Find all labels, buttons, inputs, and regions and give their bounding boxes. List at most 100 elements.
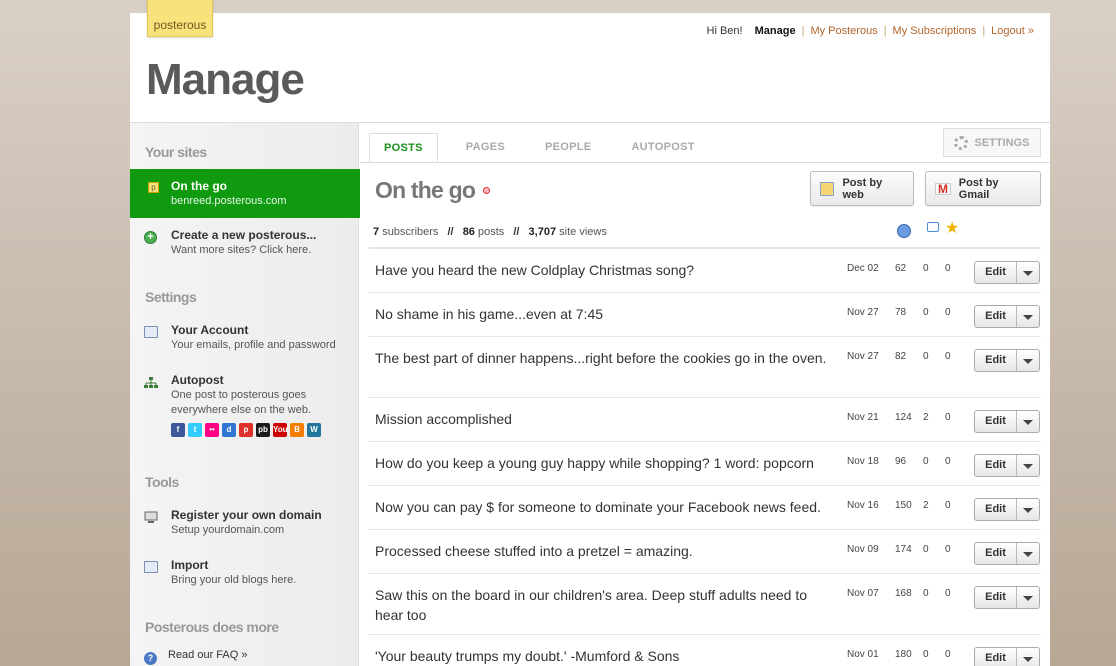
- domain-title: Register your own domain: [171, 508, 322, 522]
- tab-autopost[interactable]: AUTOPOST: [611, 133, 714, 162]
- sidebar-item-faq[interactable]: ? Read our FAQ »: [144, 649, 354, 665]
- views-label: site views: [559, 226, 607, 238]
- blogger-icon[interactable]: B: [290, 423, 304, 437]
- post-favorites: 0: [945, 263, 951, 274]
- edit-button[interactable]: Edit: [974, 410, 1040, 433]
- edit-label[interactable]: Edit: [975, 455, 1017, 476]
- edit-button[interactable]: Edit: [974, 586, 1040, 609]
- post-comments: 0: [923, 351, 929, 362]
- nav-my-subscriptions[interactable]: My Subscriptions: [887, 25, 983, 37]
- posts-label: posts: [478, 226, 505, 238]
- gear-icon: [954, 135, 969, 150]
- edit-button[interactable]: Edit: [974, 542, 1040, 565]
- wordpress-icon[interactable]: W: [307, 423, 321, 437]
- post-title[interactable]: Processed cheese stuffed into a pretzel …: [375, 541, 835, 561]
- edit-label[interactable]: Edit: [975, 262, 1017, 283]
- settings-heading: Settings: [145, 289, 197, 305]
- edit-button[interactable]: Edit: [974, 647, 1040, 666]
- post-views: 168: [895, 588, 912, 599]
- nav-my-posterous[interactable]: My Posterous: [804, 25, 883, 37]
- tab-pages[interactable]: PAGES: [446, 133, 525, 162]
- edit-label[interactable]: Edit: [975, 648, 1017, 666]
- nav-manage[interactable]: Manage: [749, 25, 802, 37]
- post-title[interactable]: How do you keep a young guy happy while …: [375, 453, 835, 473]
- chevron-down-icon[interactable]: [1017, 411, 1039, 432]
- youtube-icon[interactable]: You: [273, 423, 288, 437]
- twitter-icon[interactable]: t: [188, 423, 202, 437]
- chevron-down-icon[interactable]: [1017, 648, 1039, 666]
- table-row: The best part of dinner happens...right …: [369, 337, 1041, 398]
- create-site-desc: Want more sites? Click here.: [171, 244, 312, 256]
- id-card-icon: [144, 561, 158, 573]
- top-nav: Hi Ben! Manage | My Posterous | My Subsc…: [701, 25, 1040, 37]
- edit-button[interactable]: Edit: [974, 305, 1040, 328]
- import-desc: Bring your old blogs here.: [171, 574, 297, 586]
- chevron-down-icon[interactable]: [1017, 499, 1039, 520]
- post-by-web-label: Post by web: [842, 176, 883, 201]
- edit-pencil-icon: [820, 181, 835, 196]
- posterous-logo[interactable]: posterous: [147, 0, 213, 37]
- edit-button[interactable]: Edit: [974, 261, 1040, 284]
- plus-icon: +: [144, 231, 157, 244]
- chevron-down-icon[interactable]: [1017, 543, 1039, 564]
- main-panel: POSTS PAGES PEOPLE AUTOPOST SETTINGS On the…: [360, 123, 1050, 666]
- chevron-down-icon[interactable]: [1017, 455, 1039, 476]
- sidebar-item-register-domain[interactable]: Register your own domain Setup yourdomai…: [144, 508, 354, 538]
- table-row: Saw this on the board in our children's …: [369, 574, 1041, 635]
- edit-label[interactable]: Edit: [975, 543, 1017, 564]
- delicious-icon[interactable]: d: [222, 423, 236, 437]
- post-favorites: 0: [945, 456, 951, 467]
- post-title[interactable]: No shame in his game...even at 7:45: [375, 304, 835, 324]
- help-icon: ?: [144, 652, 157, 665]
- post-title[interactable]: Mission accomplished: [375, 409, 835, 429]
- post-title[interactable]: Saw this on the board in our children's …: [375, 585, 835, 625]
- post-favorites: 0: [945, 351, 951, 362]
- site-name: On the go: [171, 179, 227, 193]
- sidebar-item-create-site[interactable]: + Create a new posterous... Want more si…: [144, 228, 354, 258]
- post-title[interactable]: Now you can pay $ for someone to dominat…: [375, 497, 835, 517]
- post-favorites: 0: [945, 544, 951, 555]
- star-icon: ★: [945, 220, 960, 237]
- edit-label[interactable]: Edit: [975, 587, 1017, 608]
- sidebar-item-your-account[interactable]: Your Account Your emails, profile and pa…: [144, 323, 354, 353]
- edit-label[interactable]: Edit: [975, 350, 1017, 371]
- edit-button[interactable]: Edit: [974, 454, 1040, 477]
- edit-label[interactable]: Edit: [975, 306, 1017, 327]
- site-domain: benreed.posterous.com: [171, 195, 287, 207]
- edit-button[interactable]: Edit: [974, 349, 1040, 372]
- chevron-down-icon[interactable]: [1017, 587, 1039, 608]
- post-by-gmail-button[interactable]: Post by Gmail: [925, 171, 1041, 206]
- sitemap-icon: [144, 376, 158, 388]
- sidebar-item-import[interactable]: Import Bring your old blogs here.: [144, 558, 354, 588]
- chevron-down-icon[interactable]: [1017, 306, 1039, 327]
- edit-label[interactable]: Edit: [975, 499, 1017, 520]
- photobucket-icon[interactable]: pb: [256, 423, 270, 437]
- faq-link[interactable]: Read our FAQ »: [168, 649, 354, 661]
- picasa-icon[interactable]: p: [239, 423, 253, 437]
- post-comments: 0: [923, 649, 929, 660]
- tab-posts[interactable]: POSTS: [369, 133, 438, 162]
- edit-button[interactable]: Edit: [974, 498, 1040, 521]
- sidebar-item-on-the-go[interactable]: p On the go benreed.posterous.com: [130, 169, 360, 218]
- facebook-icon[interactable]: f: [171, 423, 185, 437]
- post-title[interactable]: The best part of dinner happens...right …: [375, 348, 835, 368]
- post-favorites: 0: [945, 412, 951, 423]
- post-favorites: 0: [945, 588, 951, 599]
- flickr-icon[interactable]: ••: [205, 423, 219, 437]
- post-favorites: 0: [945, 500, 951, 511]
- tab-people[interactable]: PEOPLE: [525, 133, 611, 162]
- sidebar-item-autopost[interactable]: Autopost One post to posterous goes ever…: [144, 373, 354, 437]
- post-date: Nov 16: [847, 500, 879, 511]
- settings-button[interactable]: SETTINGS: [943, 128, 1041, 157]
- post-date: Nov 18: [847, 456, 879, 467]
- subscriber-count: 7: [373, 226, 380, 238]
- post-date: Dec 02: [847, 263, 879, 274]
- post-by-web-button[interactable]: Post by web: [810, 171, 914, 206]
- chevron-down-icon[interactable]: [1017, 350, 1039, 371]
- post-title[interactable]: 'Your beauty trumps my doubt.' -Mumford …: [375, 646, 835, 666]
- chevron-down-icon[interactable]: [1017, 262, 1039, 283]
- edit-label[interactable]: Edit: [975, 411, 1017, 432]
- table-row: Processed cheese stuffed into a pretzel …: [369, 530, 1041, 574]
- nav-logout[interactable]: Logout »: [985, 25, 1040, 37]
- post-title[interactable]: Have you heard the new Coldplay Christma…: [375, 260, 835, 280]
